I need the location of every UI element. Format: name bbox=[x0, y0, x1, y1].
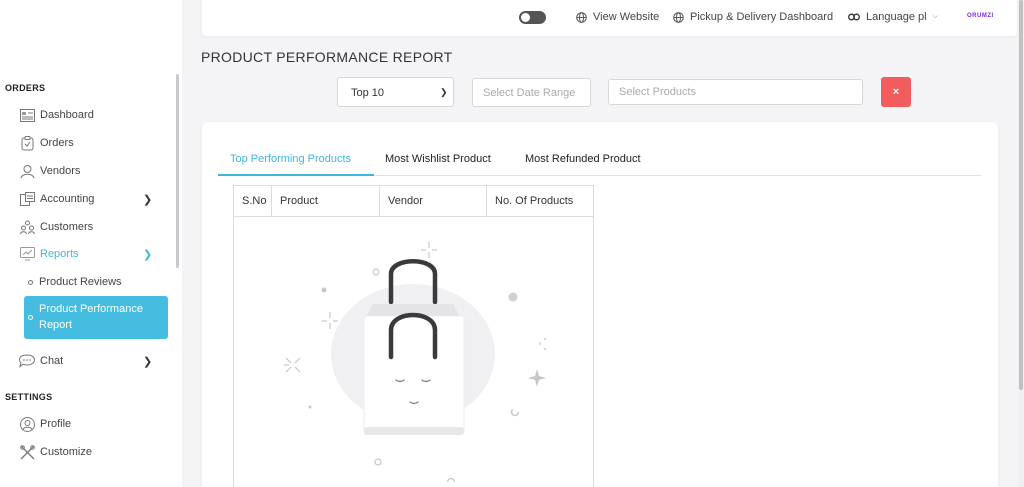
bullet-icon bbox=[28, 279, 33, 285]
chat-icon bbox=[19, 353, 35, 369]
globe-icon bbox=[576, 11, 587, 23]
vendors-icon bbox=[19, 163, 35, 179]
pickup-delivery-dashboard-link[interactable]: Pickup & Delivery Dashboard bbox=[673, 11, 833, 23]
sidebar-item-customers[interactable]: Customers bbox=[19, 216, 169, 238]
page-title: PRODUCT PERFORMANCE REPORT bbox=[201, 49, 453, 65]
chevron-right-icon: ❯ bbox=[143, 194, 153, 206]
sidebar: ORDERS Dashboard Orders Vendors Accounti… bbox=[0, 0, 182, 487]
dashboard-icon bbox=[19, 107, 35, 123]
tab-most-wishlist-product[interactable]: Most Wishlist Product bbox=[385, 153, 491, 165]
customers-icon bbox=[19, 219, 35, 235]
theme-toggle[interactable] bbox=[519, 11, 546, 24]
pickup-delivery-label: Pickup & Delivery Dashboard bbox=[690, 11, 834, 23]
sidebar-item-label: Customers bbox=[40, 221, 94, 233]
language-icon bbox=[848, 13, 860, 21]
sidebar-item-chat[interactable]: Chat ❯ bbox=[19, 350, 169, 372]
column-header-no-of-products[interactable]: No. Of Products bbox=[487, 186, 593, 216]
sidebar-item-dashboard[interactable]: Dashboard bbox=[19, 104, 169, 126]
sidebar-item-label: Orders bbox=[40, 137, 74, 149]
chevron-down-icon: ❯ bbox=[440, 87, 448, 97]
orders-icon bbox=[19, 135, 35, 151]
sidebar-scrollbar[interactable] bbox=[176, 74, 179, 268]
brand-logo[interactable]: ORUMZI bbox=[967, 13, 994, 19]
date-range-input[interactable] bbox=[472, 78, 591, 107]
chevron-down-icon: ⌵ bbox=[932, 13, 938, 20]
customize-icon bbox=[19, 444, 35, 460]
page-scrollbar[interactable] bbox=[1018, 0, 1024, 487]
sidebar-item-accounting[interactable]: Accounting ❯ bbox=[19, 188, 169, 210]
profile-icon bbox=[19, 416, 35, 432]
sidebar-subitem-label: Product Performance Report bbox=[39, 303, 143, 331]
sidebar-subitem-product-reviews[interactable]: Product Reviews bbox=[28, 276, 122, 288]
view-website-link[interactable]: View Website bbox=[576, 11, 659, 23]
sidebar-item-label: Profile bbox=[40, 418, 72, 430]
top-count-select[interactable]: Top 10 ❯ bbox=[337, 77, 454, 107]
sidebar-item-label: Vendors bbox=[40, 165, 81, 177]
reports-icon bbox=[19, 246, 35, 262]
sidebar-item-label: Accounting bbox=[40, 193, 95, 205]
sidebar-item-customize[interactable]: Customize bbox=[19, 441, 169, 463]
tab-top-performing-products[interactable]: Top Performing Products bbox=[230, 153, 351, 165]
view-website-label: View Website bbox=[593, 11, 660, 23]
sidebar-item-label: Dashboard bbox=[40, 109, 94, 121]
section-label-orders: ORDERS bbox=[5, 83, 46, 93]
bullet-icon bbox=[28, 315, 33, 320]
chevron-right-icon: ❯ bbox=[143, 356, 153, 368]
sidebar-subitem-label: Product Reviews bbox=[39, 276, 122, 288]
top-count-value: Top 10 bbox=[351, 87, 385, 99]
sidebar-item-profile[interactable]: Profile bbox=[19, 413, 169, 435]
column-header-sno[interactable]: S.No bbox=[234, 186, 272, 216]
sidebar-item-label: Customize bbox=[40, 446, 92, 458]
column-header-product[interactable]: Product bbox=[272, 186, 380, 216]
globe-icon bbox=[673, 11, 684, 23]
sidebar-item-label: Reports bbox=[40, 248, 79, 260]
section-label-settings: SETTINGS bbox=[5, 392, 53, 402]
active-tab-indicator bbox=[218, 174, 374, 176]
sidebar-item-vendors[interactable]: Vendors bbox=[19, 160, 169, 182]
chevron-right-icon: ❯ bbox=[143, 249, 153, 261]
language-label: Language pl bbox=[866, 11, 927, 23]
sidebar-item-reports[interactable]: Reports ❯ bbox=[19, 243, 169, 265]
table-header: S.No Product Vendor No. Of Products bbox=[234, 186, 593, 217]
sidebar-subitem-product-performance-report[interactable]: Product Performance Report bbox=[24, 296, 168, 339]
language-selector[interactable]: Language pl ⌵ bbox=[848, 11, 938, 23]
tab-most-refunded-product[interactable]: Most Refunded Product bbox=[525, 153, 641, 165]
clear-filters-button[interactable]: × bbox=[881, 77, 911, 107]
scrollbar-thumb[interactable] bbox=[1019, 0, 1023, 390]
products-input[interactable] bbox=[608, 79, 863, 105]
sidebar-item-label: Chat bbox=[40, 355, 64, 367]
column-header-vendor[interactable]: Vendor bbox=[380, 186, 487, 216]
toggle-knob bbox=[521, 13, 530, 22]
accounting-icon bbox=[19, 191, 35, 207]
sidebar-item-orders[interactable]: Orders bbox=[19, 132, 169, 154]
empty-bag-illustration bbox=[284, 242, 547, 482]
top-bar: View Website Pickup & Delivery Dashboard… bbox=[202, 0, 1017, 36]
